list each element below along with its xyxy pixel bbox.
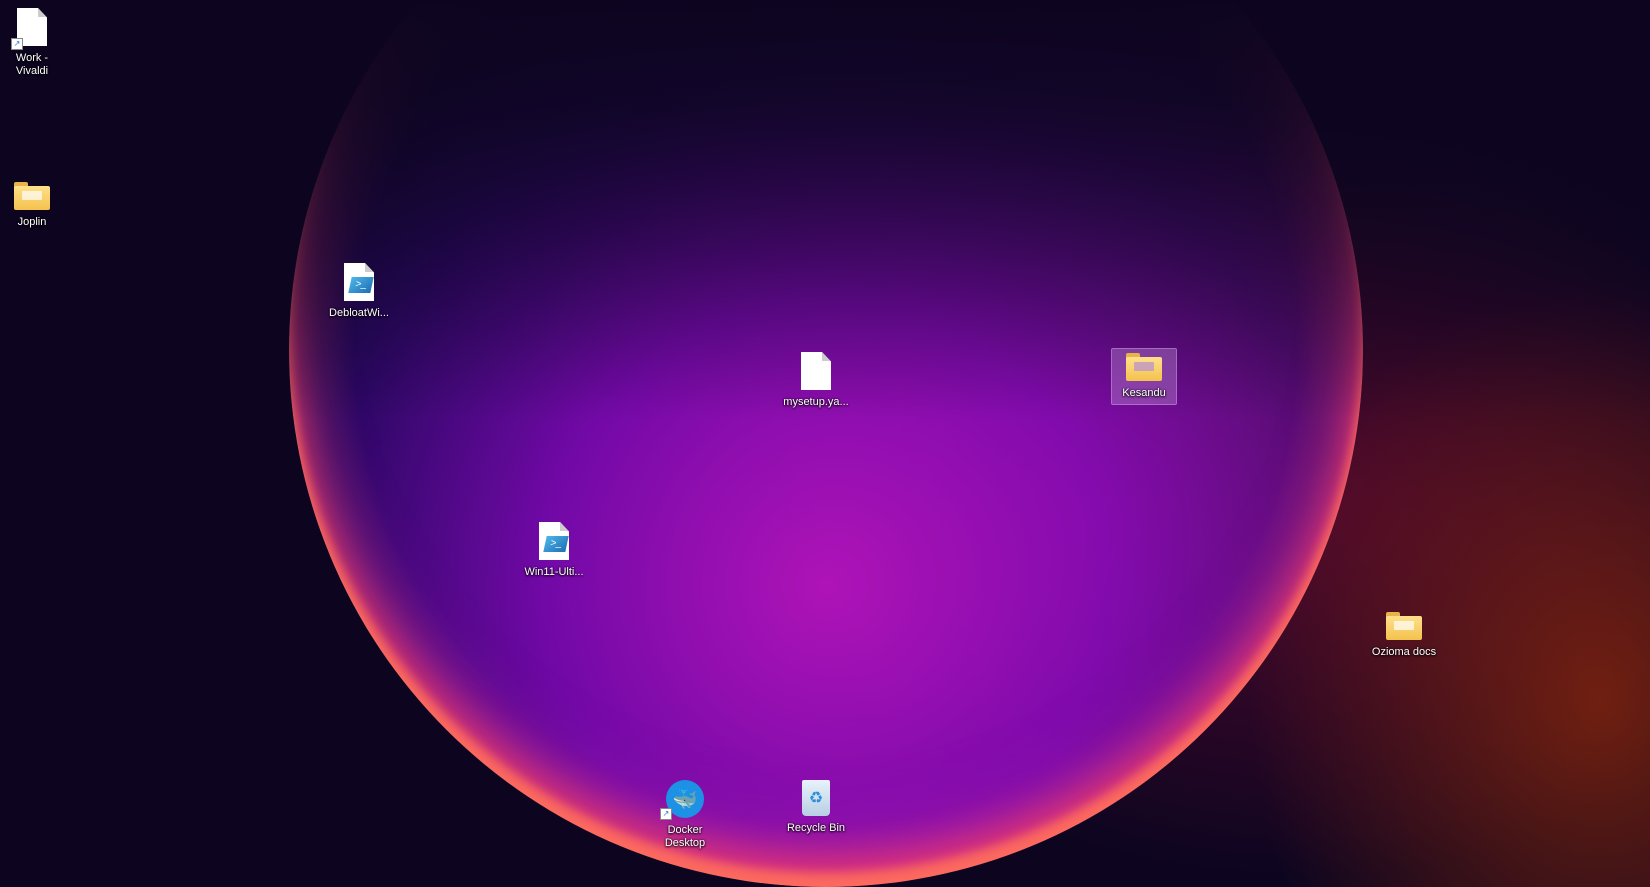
folder-icon: [1386, 612, 1422, 640]
powershell-script-icon: >_: [539, 522, 569, 560]
desktop-icon-docker-desktop[interactable]: 🐳 ↗ Docker Desktop: [650, 780, 720, 850]
desktop-icon-recycle-bin[interactable]: ♻ Recycle Bin: [781, 780, 851, 835]
powershell-script-icon: >_: [344, 263, 374, 301]
docker-icon: 🐳 ↗: [660, 780, 704, 820]
folder-icon: [14, 182, 50, 210]
desktop-icon-work-vivaldi[interactable]: ↗ Work - Vivaldi: [0, 8, 67, 78]
folder-icon: [1126, 353, 1162, 381]
desktop-icon-ozioma-docs[interactable]: Ozioma docs: [1369, 612, 1439, 659]
file-icon: [801, 352, 831, 390]
desktop-icon-win11-ulti[interactable]: >_ Win11-Ulti...: [519, 522, 589, 579]
icon-label: Kesandu: [1122, 387, 1166, 399]
icon-label: Work - Vivaldi: [15, 52, 49, 77]
icon-label: Win11-Ulti...: [524, 566, 584, 578]
icon-label: DebloatWi...: [329, 307, 389, 319]
shortcut-arrow-icon: ↗: [660, 808, 672, 820]
desktop-icon-mysetup[interactable]: mysetup.ya...: [781, 352, 851, 409]
icon-label: Recycle Bin: [786, 822, 846, 834]
desktop-icon-debloatwi[interactable]: >_ DebloatWi...: [324, 263, 394, 320]
desktop-icon-kesandu[interactable]: Kesandu: [1111, 348, 1177, 405]
shortcut-arrow-icon: ↗: [11, 38, 23, 50]
desktop-icon-joplin[interactable]: Joplin: [0, 182, 67, 229]
icon-label: Joplin: [17, 216, 47, 228]
recycle-bin-icon: ♻: [802, 780, 830, 816]
icon-label: Docker Desktop: [664, 824, 706, 849]
icon-label: mysetup.ya...: [783, 396, 849, 408]
icon-label: Ozioma docs: [1371, 646, 1437, 658]
